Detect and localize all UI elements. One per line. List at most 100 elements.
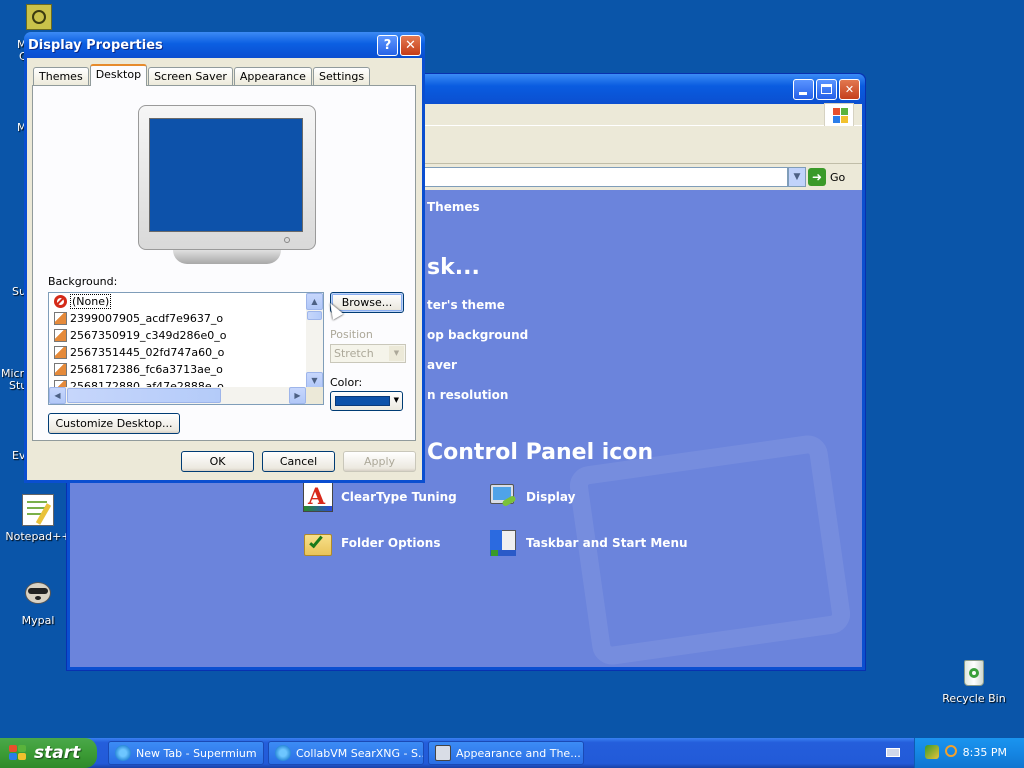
list-item-label: 2567350919_c349d286e0_o [70, 329, 227, 342]
task-link-screen-saver[interactable]: aver [427, 358, 457, 372]
dialog-title: Display Properties [28, 38, 163, 53]
list-item[interactable]: 2568172386_fc6a3713ae_o [49, 361, 323, 378]
minimize-button[interactable] [793, 79, 814, 100]
go-label: Go [830, 170, 846, 184]
list-item[interactable]: 2567351445_02fd747a60_o [49, 344, 323, 361]
tab-desktop[interactable]: Desktop [89, 64, 148, 86]
color-picker-button[interactable]: ▼ [330, 391, 403, 411]
color-swatch [335, 396, 390, 406]
color-label: Color: [330, 376, 363, 389]
close-button[interactable]: ✕ [839, 79, 860, 100]
desktop-icon-label: Recycle Bin [942, 692, 1006, 705]
minimize-icon [799, 92, 807, 95]
list-item[interactable]: (None) [49, 293, 323, 310]
list-item-label: 2567351445_02fd747a60_o [70, 346, 225, 359]
search-icon[interactable] [945, 745, 957, 757]
tab-screen-saver[interactable]: Screen Saver [148, 67, 233, 86]
dialog-body: Themes Desktop Screen Saver Appearance S… [27, 58, 422, 480]
task-link-theme[interactable]: ter's theme [427, 298, 505, 312]
task-link-desktop-background[interactable]: op background [427, 328, 528, 342]
desktop-icon-label: Notepad++ [5, 530, 71, 543]
list-item[interactable]: 2399007905_acdf7e9637_o [49, 310, 323, 327]
close-button[interactable]: ✕ [400, 35, 421, 56]
clock[interactable]: 8:35 PM [963, 746, 1007, 759]
display-properties-dialog: Display Properties ? ✕ Themes Desktop Sc… [24, 32, 425, 483]
desktop-preview-screen [149, 118, 303, 232]
control-panel-icon-heading: Control Panel icon [427, 440, 654, 465]
scroll-right-button[interactable]: ▶ [289, 387, 306, 404]
scroll-thumb[interactable] [67, 388, 221, 403]
cp-item-label: Folder Options [341, 536, 441, 550]
customize-desktop-button[interactable]: Customize Desktop... [48, 413, 180, 434]
notepadpp-icon [22, 494, 54, 526]
go-button[interactable]: ➜ Go [808, 167, 854, 187]
start-label: start [34, 743, 81, 763]
taskbar-button-appearance[interactable]: Appearance and The... [428, 741, 584, 765]
scroll-up-button[interactable]: ▲ [306, 293, 323, 310]
list-item-label: 2399007905_acdf7e9637_o [70, 312, 224, 325]
cp-item-display[interactable]: Display [488, 482, 575, 512]
taskbar: start New Tab - Supermium CollabVM SearX… [0, 738, 1024, 768]
scroll-left-button[interactable]: ◀ [49, 387, 66, 404]
cp-item-folder-options[interactable]: Folder Options [303, 528, 440, 558]
none-icon [54, 295, 67, 308]
vertical-scrollbar[interactable]: ▲ ▼ [306, 293, 323, 389]
horizontal-scrollbar[interactable]: ◀ ▶ [49, 387, 306, 404]
task-link-resolution[interactable]: n resolution [427, 388, 508, 402]
background-listbox[interactable]: (None) 2399007905_acdf7e9637_o 256735091… [48, 292, 324, 405]
recycle-bin-icon [958, 656, 990, 688]
taskbar-button-supermium[interactable]: New Tab - Supermium [108, 741, 264, 765]
network-icon[interactable] [925, 745, 939, 759]
image-icon [54, 312, 67, 325]
browser-icon [275, 745, 291, 761]
go-arrow-icon: ➜ [808, 168, 826, 186]
taskbar-button-searxng[interactable]: CollabVM SearXNG - S... [268, 741, 424, 765]
chevron-down-icon: ▼ [389, 346, 404, 361]
image-icon [54, 346, 67, 359]
position-select[interactable]: Stretch ▼ [330, 344, 406, 363]
address-dropdown-button[interactable]: ▼ [788, 167, 806, 187]
tab-settings[interactable]: Settings [312, 67, 371, 86]
scroll-thumb[interactable] [307, 311, 322, 320]
image-icon [54, 363, 67, 376]
cp-item-cleartype[interactable]: A ClearType Tuning [303, 482, 457, 512]
cancel-button[interactable]: Cancel [262, 451, 335, 472]
cp-item-taskbar-start-menu[interactable]: Taskbar and Start Menu [488, 528, 688, 558]
pick-a-task-heading: sk... [427, 255, 480, 280]
clock-icon [32, 10, 46, 24]
background-label: Background: [48, 275, 118, 288]
dialog-titlebar[interactable]: Display Properties ? ✕ [24, 32, 425, 58]
image-icon [54, 329, 67, 342]
tab-appearance[interactable]: Appearance [233, 67, 312, 86]
scroll-corner [306, 387, 323, 404]
monitor-preview [138, 105, 316, 250]
taskbar-icon [488, 528, 518, 558]
chevron-down-icon: ▼ [393, 396, 399, 404]
help-button[interactable]: ? [377, 35, 398, 56]
list-item[interactable]: 2567350919_c349d286e0_o [49, 327, 323, 344]
cp-item-label: Taskbar and Start Menu [526, 536, 688, 550]
system-tray: 8:35 PM [914, 738, 1024, 768]
desktop-icon-label: Mypal [21, 614, 55, 627]
taskbar-button-label: CollabVM SearXNG - S... [296, 746, 424, 760]
browser-icon [115, 745, 131, 761]
monitor-stand [173, 250, 281, 264]
desktop-icon-mypal[interactable]: Mypal [3, 578, 73, 627]
start-button[interactable]: start [0, 738, 97, 768]
ok-button[interactable]: OK [181, 451, 254, 472]
folder-options-icon [303, 528, 333, 558]
desktop-icon-notepadpp[interactable]: Notepad++ [3, 494, 73, 543]
keyboard-icon[interactable] [886, 748, 900, 757]
apply-button[interactable]: Apply [343, 451, 416, 472]
display-icon [488, 482, 518, 512]
desktop-icon-recycle-bin[interactable]: Recycle Bin [939, 656, 1009, 705]
list-item-label: 2568172386_fc6a3713ae_o [70, 363, 223, 376]
sidebar-link-themes[interactable]: Themes [427, 200, 480, 214]
cleartype-icon: A [303, 482, 333, 512]
windows-logo-icon [824, 103, 854, 127]
taskbar-button-label: Appearance and The... [456, 746, 581, 760]
tab-themes[interactable]: Themes [33, 67, 89, 86]
maximize-button[interactable] [816, 79, 837, 100]
desktop-icon-partial-top[interactable] [26, 4, 52, 30]
windows-flag-icon [8, 744, 28, 762]
